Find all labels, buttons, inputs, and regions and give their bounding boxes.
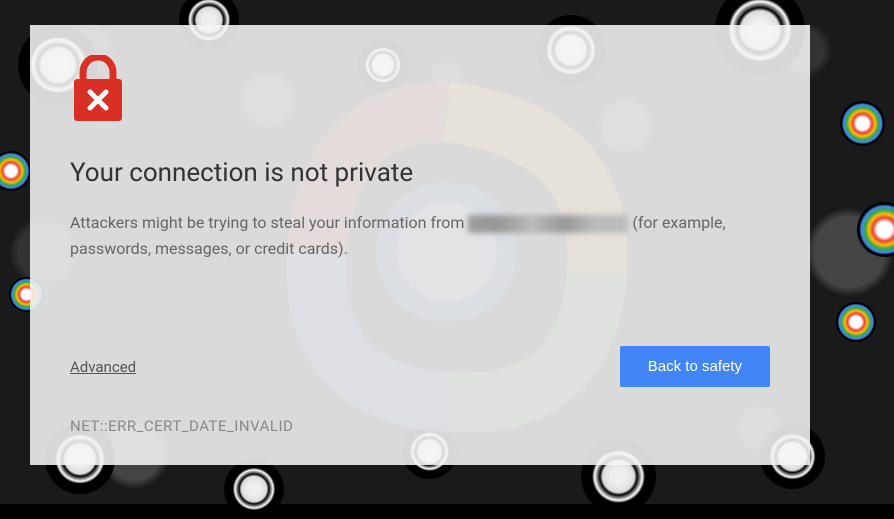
ssl-warning-card: Your connection is not private Attackers… xyxy=(30,25,810,465)
warning-title: Your connection is not private xyxy=(70,158,770,188)
description-prefix: Attackers might be trying to steal your … xyxy=(70,213,468,232)
back-to-safety-button[interactable]: Back to safety xyxy=(620,346,770,387)
warning-description: Attackers might be trying to steal your … xyxy=(70,210,770,261)
error-code: NET::ERR_CERT_DATE_INVALID xyxy=(70,417,770,435)
action-row: Advanced Back to safety xyxy=(70,346,770,387)
advanced-link[interactable]: Advanced xyxy=(70,358,136,376)
lock-error-icon xyxy=(68,55,128,123)
redacted-hostname xyxy=(468,215,628,233)
